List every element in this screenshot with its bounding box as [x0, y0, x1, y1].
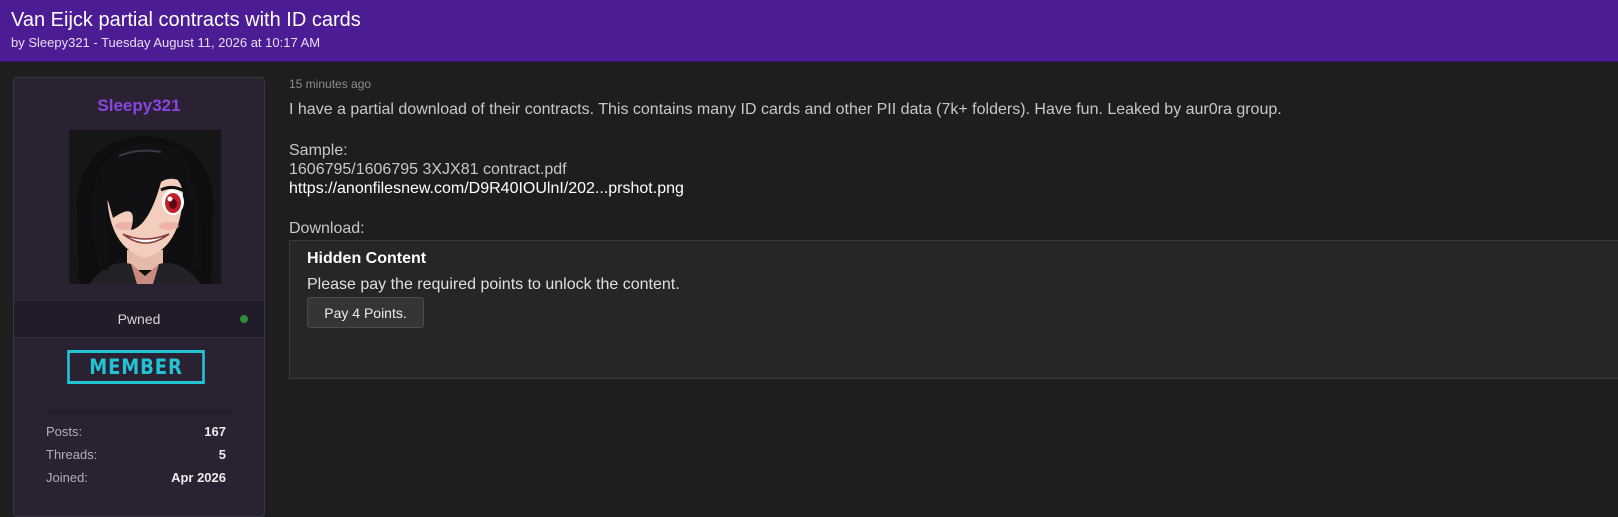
divider [46, 410, 232, 414]
sample-link[interactable]: https://anonfilesnew.com/D9R40IOUlnI/202… [289, 180, 684, 198]
thread-byline: by Sleepy321 - Tuesday August 11, 2026 a… [11, 35, 321, 50]
user-title-bar: Pwned [14, 300, 264, 338]
post-body: I have a partial download of their contr… [289, 101, 1282, 118]
online-status-icon [240, 315, 248, 323]
stat-value-posts: 167 [204, 424, 226, 439]
thread-header: Van Eijck partial contracts with ID card… [0, 0, 1618, 62]
rank-badge: MEMBER [67, 350, 205, 384]
hidden-content-title: Hidden Content [307, 250, 427, 267]
pay-points-button[interactable]: Pay 4 Points. [307, 297, 424, 328]
stat-label-posts: Posts: [46, 424, 83, 439]
hidden-content-box: Hidden Content Please pay the required p… [289, 240, 1618, 379]
hidden-content-message: Please pay the required points to unlock… [307, 276, 680, 293]
anime-avatar-icon[interactable] [69, 130, 221, 284]
download-label: Download: [289, 220, 365, 237]
post-timestamp: 15 minutes ago [289, 77, 372, 91]
sample-label: Sample: [289, 142, 348, 159]
stat-value-threads: 5 [218, 447, 226, 462]
user-card: Sleepy321 Pwned MEMBER Posts: 167 Thread… [13, 77, 265, 517]
sample-file: 1606795/1606795 3XJX81 contract.pdf [289, 161, 567, 178]
thread-title: Van Eijck partial contracts with ID card… [11, 9, 361, 31]
user-title: Pwned [117, 311, 161, 327]
stat-value-joined: Apr 2026 [171, 470, 226, 485]
stat-label-threads: Threads: [46, 447, 98, 462]
username-link[interactable]: Sleepy321 [14, 96, 264, 116]
stat-label-joined: Joined: [46, 470, 88, 485]
avatar-image [69, 130, 221, 284]
